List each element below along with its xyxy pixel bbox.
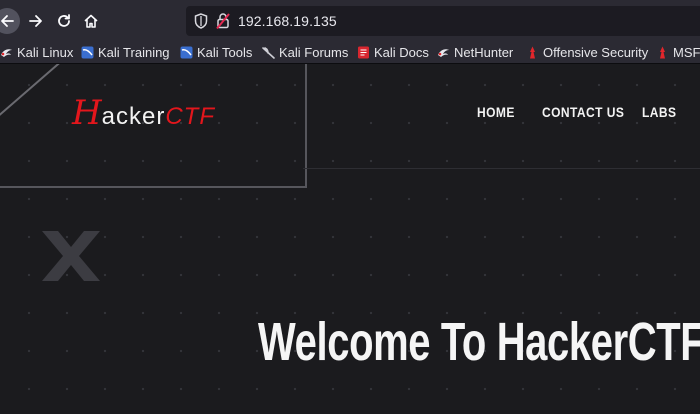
- bookmark-kali-tools[interactable]: Kali Tools: [180, 42, 252, 63]
- reload-button[interactable]: [52, 9, 76, 33]
- kali-dragon-icon: [1, 49, 12, 57]
- back-button[interactable]: [0, 8, 20, 34]
- home-icon: [84, 14, 98, 28]
- kali-training-icon: [81, 46, 94, 59]
- url-text[interactable]: 192.168.19.135: [238, 6, 337, 36]
- bookmark-label: Kali Docs: [374, 45, 429, 60]
- logo-text-ctf: CTF: [165, 103, 215, 130]
- bookmark-kali-training[interactable]: Kali Training: [81, 42, 170, 63]
- arrow-left-icon: [1, 15, 14, 27]
- nethunter-icon: [438, 49, 449, 57]
- nav-link-home[interactable]: HOME: [477, 104, 515, 120]
- bookmark-kali-forums[interactable]: Kali Forums: [262, 42, 348, 63]
- kali-docs-icon: [358, 46, 369, 59]
- bookmark-label: MSFU: [673, 45, 700, 60]
- bookmark-label: Kali Forums: [279, 45, 349, 60]
- bookmark-label: NetHunter: [454, 45, 514, 60]
- arrow-right-icon: [29, 15, 42, 27]
- logo-text-acker: acker: [101, 103, 166, 130]
- bookmark-kali-docs[interactable]: Kali Docs: [357, 42, 429, 63]
- offsec-icon: [530, 46, 535, 59]
- x-mark-icon: [42, 231, 100, 281]
- msfu-icon: [660, 46, 665, 59]
- header-divider: [303, 168, 700, 169]
- bookmark-kali-linux[interactable]: Kali Linux: [0, 42, 73, 63]
- nav-link-labs[interactable]: LABS: [642, 104, 677, 120]
- nav-link-contact-us[interactable]: CONTACT US: [542, 104, 624, 120]
- browser-toolbar: 192.168.19.135: [0, 0, 700, 42]
- bookmark-label: Kali Tools: [197, 45, 253, 60]
- url-bar[interactable]: 192.168.19.135: [186, 6, 700, 36]
- bookmarks-bar: Kali Linux Kali Training Kali Tools Kali…: [0, 42, 700, 64]
- bookmark-msfu[interactable]: MSFU: [656, 42, 700, 63]
- forward-button[interactable]: [24, 9, 48, 33]
- logo-letter-h: H: [72, 93, 102, 133]
- bookmark-label: Kali Linux: [17, 45, 74, 60]
- reload-icon: [58, 14, 70, 27]
- bookmark-label: Kali Training: [98, 45, 170, 60]
- bookmark-nethunter[interactable]: NetHunter: [437, 42, 513, 63]
- home-button[interactable]: [79, 9, 103, 33]
- insecure-lock-icon[interactable]: [216, 12, 230, 30]
- kali-forums-icon: [262, 47, 275, 59]
- page-content: H acker CTF HOME CONTACT US LABS Welcome…: [0, 64, 700, 414]
- bookmark-label: Offensive Security: [543, 45, 649, 60]
- kali-tools-icon: [180, 46, 193, 59]
- hero-title: Welcome To HackerCTF C: [258, 312, 700, 373]
- site-logo[interactable]: H acker CTF: [72, 96, 215, 136]
- bookmark-offensive-security[interactable]: Offensive Security: [526, 42, 648, 63]
- tracking-shield-icon[interactable]: [194, 13, 208, 29]
